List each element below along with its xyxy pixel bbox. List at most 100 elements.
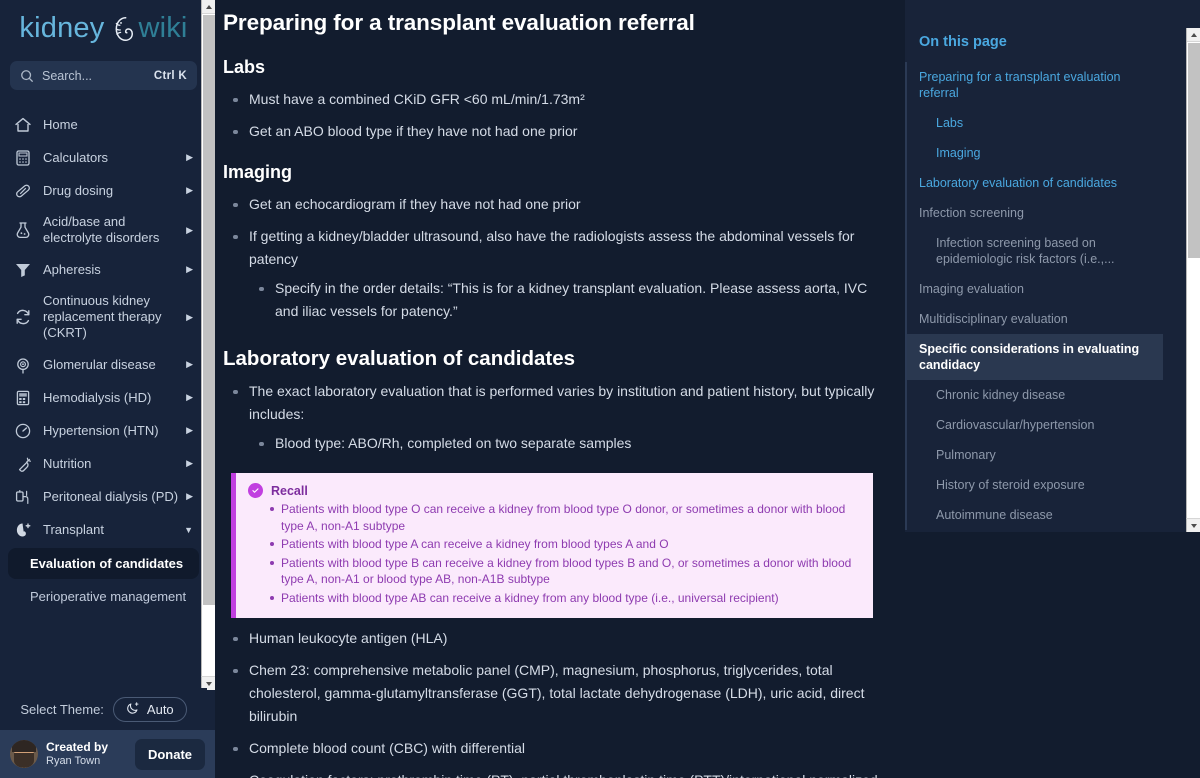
nested-bullet-item: Blood type: ABO/Rh, completed on two sep… — [249, 432, 891, 455]
sidebar-item-label: Home — [43, 116, 78, 132]
toc-scrollbar[interactable] — [1186, 28, 1200, 532]
theme-toggle-button[interactable]: Auto — [112, 696, 187, 722]
scroll-up-button[interactable] — [202, 0, 215, 14]
toc-item[interactable]: History of steroid exposure — [907, 470, 1163, 500]
sidebar-item-nutrition[interactable]: Nutrition ▶ — [0, 447, 207, 480]
chevron-right-icon[interactable]: ▶ — [183, 225, 193, 236]
donate-button[interactable]: Donate — [134, 738, 205, 770]
chevron-right-icon[interactable]: ▶ — [183, 425, 193, 436]
toc-item-label: Labs — [936, 116, 964, 130]
sidebar-item-home[interactable]: Home — [0, 108, 207, 141]
filter-icon — [14, 261, 32, 279]
toc-item[interactable]: Autoimmune disease — [907, 500, 1163, 530]
nested-bullet-list: Blood type: ABO/Rh, completed on two sep… — [249, 432, 891, 455]
transplant-kidney-icon — [14, 521, 32, 539]
created-by-label: Created by — [46, 740, 109, 754]
toc-item[interactable]: Infection screening based on epidemiolog… — [907, 228, 1163, 274]
callout-list: Patients with blood type O can receive a… — [248, 501, 859, 606]
sidebar-nav: Home Calculators ▶ Drug dosing ▶ Acid/base an… — [0, 108, 207, 546]
toc-item[interactable]: Cardiovascular/hypertension — [907, 410, 1163, 440]
toc-scroll-down-button[interactable] — [1186, 518, 1200, 532]
sidebar-item-acid-base-and-electrolyte-disorders[interactable]: Acid/base and electrolyte disorders ▶ — [0, 207, 207, 253]
sidebar-item-label: Drug dosing — [43, 182, 114, 198]
toc-scrollbar-thumb[interactable] — [1188, 43, 1200, 258]
moon-star-icon — [126, 701, 147, 718]
scrollbar-thumb[interactable] — [203, 15, 215, 605]
toc-item[interactable]: Specific considerations in evaluating ca… — [907, 334, 1163, 380]
sidebar-subitem-perioperative-management[interactable]: Perioperative management — [0, 581, 207, 612]
sidebar-footer: Created by Ryan Town Donate — [0, 730, 215, 778]
sidebar-item-label: Acid/base and electrolyte disorders — [43, 214, 160, 245]
left-sidebar: kidney wiki Search... Ctrl K Home Calcula… — [0, 0, 215, 778]
toc-item[interactable]: Imaging evaluation — [907, 274, 1163, 304]
sidebar-item-label: Calculators — [43, 149, 109, 165]
toc-item[interactable]: Infection screening — [907, 198, 1163, 228]
chevron-right-icon[interactable]: ▶ — [183, 264, 193, 275]
bullet-text: Must have a combined CKiD GFR <60 mL/min… — [249, 91, 585, 107]
brand-name-primary: kidney — [19, 12, 105, 44]
toc-item[interactable]: Laboratory evaluation of candidates — [907, 168, 1163, 198]
toc-item[interactable]: Preparing for a transplant evaluation re… — [907, 62, 1163, 108]
bullet-text: Get an echocardiogram if they have not h… — [249, 196, 581, 212]
toc-item[interactable]: Multidisciplinary evaluation — [907, 304, 1163, 334]
chevron-right-icon[interactable]: ▶ — [183, 392, 193, 403]
article-tail-list: Human leukocyte antigen (HLA) Chem 23: co… — [223, 627, 891, 778]
sidebar-item-drug-dosing[interactable]: Drug dosing ▶ — [0, 174, 207, 207]
bullet-item: Complete blood count (CBC) with differen… — [223, 737, 891, 760]
sidebar-subitem-evaluation-of-candidates[interactable]: Evaluation of candidates — [8, 548, 199, 579]
chevron-right-icon[interactable]: ▶ — [183, 458, 193, 469]
callout-item: Patients with blood type AB can receive … — [248, 590, 859, 607]
toc-list: Preparing for a transplant evaluation re… — [905, 62, 1163, 530]
sidebar-item-transplant[interactable]: Transplant ▼ — [0, 513, 207, 546]
sidebar-item-hemodialysis-hd[interactable]: Hemodialysis (HD) ▶ — [0, 381, 207, 414]
main-content: Preparing for a transplant evaluation re… — [215, 0, 1200, 778]
sidebar-item-calculators[interactable]: Calculators ▶ — [0, 141, 207, 174]
bullet-text: If getting a kidney/bladder ultrasound, … — [249, 228, 855, 267]
theme-value: Auto — [146, 701, 174, 717]
toc-item-label: Multidisciplinary evaluation — [919, 312, 1068, 326]
brand-logo[interactable]: kidney wiki — [0, 0, 207, 51]
callout-item: Patients with blood type A can receive a… — [248, 536, 859, 553]
callout-item: Patients with blood type B can receive a… — [248, 555, 859, 588]
article-sections: Labs Must have a combined CKiD GFR <60 mL… — [223, 55, 891, 455]
toc-scroll-up-button[interactable] — [1187, 28, 1200, 42]
chevron-down-icon[interactable]: ▼ — [183, 525, 193, 535]
brand-name-secondary: wiki — [138, 12, 188, 44]
bullet-item: Must have a combined CKiD GFR <60 mL/min… — [223, 88, 891, 111]
sidebar-subitem-label: Perioperative management — [30, 589, 187, 604]
sidebar-item-hypertension-htn[interactable]: Hypertension (HTN) ▶ — [0, 414, 207, 447]
toc-item-label: History of steroid exposure — [936, 478, 1085, 492]
search-placeholder: Search... — [42, 68, 93, 83]
recall-callout: Recall Patients with blood type O can re… — [231, 473, 873, 618]
bullet-text: The exact laboratory evaluation that is … — [249, 383, 875, 422]
bullet-item: If getting a kidney/bladder ultrasound, … — [223, 225, 891, 323]
toc-item-label: Infection screening based on epidemiolog… — [936, 236, 1115, 266]
chevron-right-icon[interactable]: ▶ — [183, 312, 193, 323]
chevron-right-icon[interactable]: ▶ — [183, 185, 193, 196]
toc-item-label: Cardiovascular/hypertension — [936, 418, 1095, 432]
sidebar-item-peritoneal-dialysis-pd[interactable]: Peritoneal dialysis (PD) ▶ — [0, 480, 207, 513]
section-bullet-list: Must have a combined CKiD GFR <60 mL/min… — [223, 88, 891, 143]
sidebar-item-label: Hypertension (HTN) — [43, 422, 159, 438]
toc-item-label: Preparing for a transplant evaluation re… — [919, 70, 1121, 100]
search-input[interactable]: Search... Ctrl K — [10, 61, 197, 90]
callout-item: Patients with blood type O can receive a… — [248, 501, 859, 534]
pd-bag-icon — [14, 488, 32, 506]
toc-item[interactable]: Pulmonary — [907, 440, 1163, 470]
avatar — [10, 740, 38, 768]
sidebar-item-apheresis[interactable]: Apheresis ▶ — [0, 253, 207, 286]
toc-item[interactable]: Chronic kidney disease — [907, 380, 1163, 410]
sidebar-scrollbar[interactable] — [201, 0, 215, 690]
sidebar-item-glomerular-disease[interactable]: Glomerular disease ▶ — [0, 348, 207, 381]
chevron-right-icon[interactable]: ▶ — [183, 491, 193, 502]
search-shortcut: Ctrl K — [153, 69, 187, 82]
bullet-text: Get an ABO blood type if they have not h… — [249, 123, 578, 139]
nested-bullet-list: Specify in the order details: “This is f… — [249, 277, 891, 323]
chevron-right-icon[interactable]: ▶ — [183, 359, 193, 370]
toc-item[interactable]: Imaging — [907, 138, 1163, 168]
toc-item[interactable]: Labs — [907, 108, 1163, 138]
sidebar-item-continuous-kidney-replacement-therapy-ckrt[interactable]: Continuous kidney replacement therapy (C… — [0, 286, 207, 348]
bullet-item: Get an ABO blood type if they have not h… — [223, 120, 891, 143]
chevron-right-icon[interactable]: ▶ — [183, 152, 193, 163]
section-bullet-list: Get an echocardiogram if they have not h… — [223, 193, 891, 323]
